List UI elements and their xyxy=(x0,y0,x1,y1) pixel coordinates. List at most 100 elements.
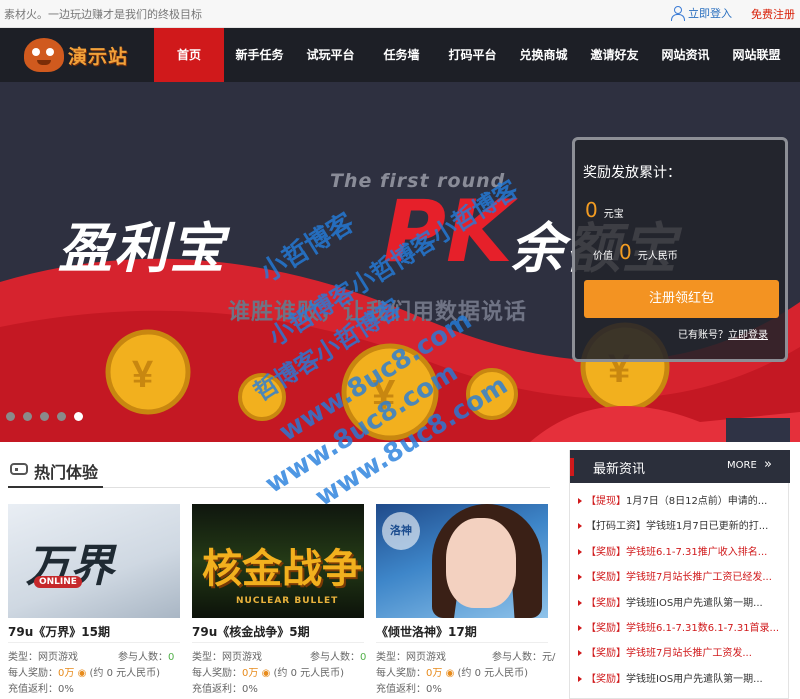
news-item[interactable]: 【提现】1月7日（8日12点前）申请的... xyxy=(578,492,778,517)
user-icon xyxy=(670,6,685,21)
news-tag: 【提现】 xyxy=(586,496,626,507)
rebate-value: 0% xyxy=(242,684,258,695)
news-item[interactable]: 【奖励】学钱班7月站长推广工资发... xyxy=(578,644,778,669)
banner-corner-tab xyxy=(726,418,790,442)
participants-value: 0 xyxy=(168,652,175,663)
reward-rmb-line: 价值 0 元人民币 xyxy=(593,240,678,264)
news-tag: 【奖励】 xyxy=(586,673,626,685)
site-logo[interactable]: 演示站 xyxy=(24,35,136,75)
nav-item-home[interactable]: 首页 xyxy=(154,28,224,82)
game-name[interactable]: 79u《核金战争》5期 xyxy=(192,623,310,640)
reward-rmb-value: 0 xyxy=(619,240,632,264)
reward-yuanbao-unit: 元宝 xyxy=(603,209,624,220)
news-tag: 【奖励】 xyxy=(586,622,626,634)
news-item[interactable]: 【奖励】学钱班6.1-7.31数6.1-7.31首录... xyxy=(578,619,778,644)
news-more-link[interactable]: MORE xyxy=(727,460,757,471)
nav-item-exchange-mall[interactable]: 兑换商城 xyxy=(508,28,579,82)
rebate-label: 充值返利： xyxy=(376,684,426,695)
reward-value: 0万 xyxy=(242,668,259,679)
game-type: 类型：网页游戏 xyxy=(8,652,78,663)
nav-item-site-alliance[interactable]: 网站联盟 xyxy=(721,28,792,82)
news-item[interactable]: 【打码工资】学钱班1月7日已更新的打... xyxy=(578,517,778,542)
slide-dot-active[interactable] xyxy=(74,412,83,421)
nav-item-newbie-tasks[interactable]: 新手任务 xyxy=(224,28,295,82)
reward-yuanbao-value: 0 xyxy=(585,198,598,222)
reward-label: 每人奖励： xyxy=(192,668,242,679)
game-name[interactable]: 《倾世洛神》17期 xyxy=(376,623,477,640)
nav-item-site-news[interactable]: 网站资讯 xyxy=(650,28,721,82)
news-header: 最新资讯 MORE » xyxy=(570,450,790,483)
slide-dot[interactable] xyxy=(57,412,66,421)
game-thumb-title: 核金战争 xyxy=(202,546,362,592)
rebate-value: 0% xyxy=(426,684,442,695)
reward-rmb-unit: 元人民币 xyxy=(637,251,678,262)
game-thumbnail[interactable]: 核金战争 NUCLEAR BULLET xyxy=(192,504,364,618)
coin-icon: ◉ xyxy=(261,668,271,679)
game-reward-row: 每人奖励：0万 ◉ (约 0 元人民币) xyxy=(192,664,344,679)
rebate-value: 0% xyxy=(58,684,74,695)
register-bonus-button[interactable]: 注册领红包 xyxy=(584,280,779,318)
reward-value: 0万 xyxy=(58,668,75,679)
reward-yuanbao-line: 0 元宝 xyxy=(585,198,624,222)
reward-label: 每人奖励： xyxy=(8,668,58,679)
slide-dot[interactable] xyxy=(23,412,32,421)
game-rebate-row: 充值返利：0% xyxy=(192,680,258,695)
nav-item-trial-platform[interactable]: 试玩平台 xyxy=(295,28,366,82)
game-thumb-badge: NUCLEAR BULLET xyxy=(236,596,339,606)
slide-dot[interactable] xyxy=(6,412,15,421)
nav-item-task-wall[interactable]: 任务墙 xyxy=(366,28,437,82)
have-account-label: 已有账号？ xyxy=(678,330,728,341)
game-thumb-title: 洛神 xyxy=(382,512,420,550)
news-tag: 【奖励】 xyxy=(586,572,626,584)
divider xyxy=(8,642,180,643)
logo-text: 演示站 xyxy=(68,45,129,68)
news-item[interactable]: 【奖励】学钱班IOS用户先遣队第一期... xyxy=(578,594,778,619)
game-card[interactable]: 万界 ONLINE 79u《万界》15期 类型：网页游戏 参与人数：0 每人奖励… xyxy=(8,504,180,699)
register-link[interactable]: 免费注册 xyxy=(751,6,795,22)
game-card[interactable]: 洛神 《倾世洛神》17期 类型：网页游戏 参与人数：元/ 每人奖励：0万 ◉ (… xyxy=(376,504,555,699)
reward-rmb: (约 0 元人民币) xyxy=(273,668,345,679)
character-face xyxy=(446,518,516,608)
nav-item-captcha-platform[interactable]: 打码平台 xyxy=(437,28,508,82)
reward-value-prefix: 价值 xyxy=(593,251,613,262)
login-link[interactable]: 立即登入 xyxy=(670,5,732,21)
participants-label: 参与人数： xyxy=(310,652,360,663)
divider xyxy=(192,642,364,643)
reward-panel: 奖励发放累计： 0 元宝 价值 0 元人民币 注册领红包 已有账号？立即登录 xyxy=(572,137,788,362)
news-item[interactable]: 【奖励】学钱班IOS用户先遣队第一期... xyxy=(578,670,778,695)
login-now-link[interactable]: 立即登录 xyxy=(728,330,768,341)
news-tag: 【奖励】 xyxy=(586,648,626,660)
rebate-label: 充值返利： xyxy=(192,684,242,695)
game-card[interactable]: 核金战争 NUCLEAR BULLET 79u《核金战争》5期 类型：网页游戏 … xyxy=(192,504,367,699)
news-text: 1月7日（8日12点前）申请的... xyxy=(626,496,768,507)
have-account-text: 已有账号？立即登录 xyxy=(678,326,768,341)
bullet-icon xyxy=(578,675,582,682)
title-underline xyxy=(8,486,103,488)
bullet-icon xyxy=(578,498,582,504)
accent-bar xyxy=(570,458,574,476)
bullet-icon xyxy=(578,624,582,631)
reward-value: 0万 xyxy=(426,668,443,679)
game-type-row: 类型：网页游戏 xyxy=(376,648,446,663)
nav-item-invite-friends[interactable]: 邀请好友 xyxy=(579,28,650,82)
slide-dot[interactable] xyxy=(40,412,49,421)
news-item[interactable]: 【奖励】学钱班7月站长推广工资已经发... xyxy=(578,568,778,593)
game-thumbnail[interactable]: 万界 ONLINE xyxy=(8,504,180,618)
double-chevron-right-icon[interactable]: » xyxy=(764,457,772,472)
news-text: 学钱班IOS用户先遣队第一期... xyxy=(626,673,763,685)
news-item[interactable]: 【奖励】学钱班6.1-7.31推广收入排名... xyxy=(578,543,778,568)
news-panel: 最新资讯 MORE » 【提现】1月7日（8日12点前）申请的... 【打码工资… xyxy=(569,450,790,699)
game-type-row: 类型：网页游戏 xyxy=(192,648,262,663)
game-thumbnail[interactable]: 洛神 xyxy=(376,504,548,618)
main-nav: 演示站 首页 新手任务 试玩平台 任务墙 打码平台 兑换商城 邀请好友 网站资讯… xyxy=(0,28,800,82)
nav-items: 首页 新手任务 试玩平台 任务墙 打码平台 兑换商城 邀请好友 网站资讯 网站联… xyxy=(154,28,792,82)
game-type: 类型：网页游戏 xyxy=(376,652,446,663)
game-type-row: 类型：网页游戏 xyxy=(8,648,78,663)
banner-headline-left: 盈利宝 xyxy=(58,217,226,280)
participants-value: 0 xyxy=(360,652,367,663)
news-text: 学钱班6.1-7.31推广收入排名... xyxy=(626,546,768,558)
game-name[interactable]: 79u《万界》15期 xyxy=(8,623,110,640)
news-tag: 【打码工资】 xyxy=(586,521,646,533)
site-slogan: 素材火。一边玩边赚才是我们的终极目标 xyxy=(4,8,202,21)
game-thumb-badge: ONLINE xyxy=(34,576,82,588)
